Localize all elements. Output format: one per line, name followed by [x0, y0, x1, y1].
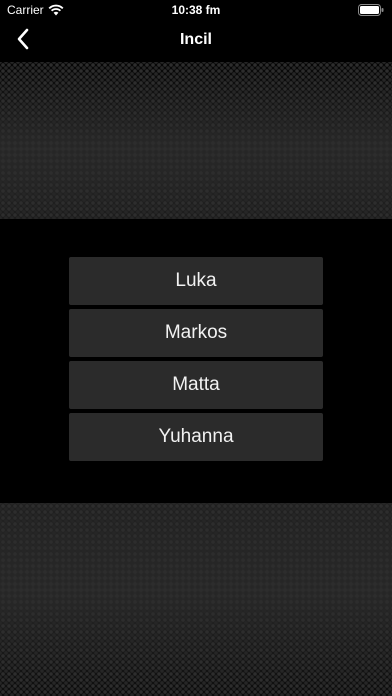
page-title: Incil	[179, 31, 212, 48]
app-screen: Carrier 10:38 fm Incil Luka Markos Matta…	[0, 0, 392, 696]
book-button-markos[interactable]: Markos	[69, 309, 323, 357]
book-list: Luka Markos Matta Yuhanna	[69, 257, 323, 465]
book-button-matta[interactable]: Matta	[69, 361, 323, 409]
book-button-yuhanna[interactable]: Yuhanna	[69, 413, 323, 461]
footer-texture	[0, 503, 392, 696]
header-texture	[0, 62, 392, 219]
book-menu: Luka Markos Matta Yuhanna	[0, 219, 392, 503]
status-bar: Carrier 10:38 fm	[0, 0, 392, 20]
navigation-bar: Incil	[0, 20, 392, 62]
book-button-luka[interactable]: Luka	[69, 257, 323, 305]
status-time: 10:38 fm	[171, 3, 221, 17]
battery-icon	[358, 4, 384, 16]
